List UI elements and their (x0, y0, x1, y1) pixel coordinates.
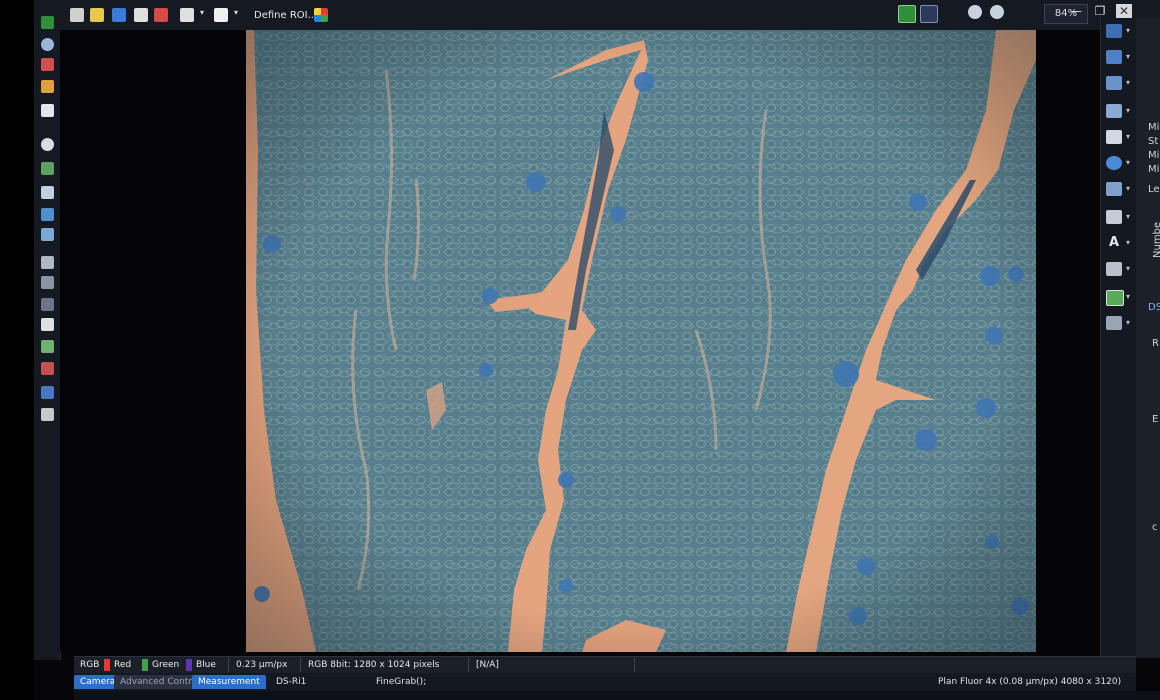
separator (634, 658, 635, 672)
panel-icon[interactable] (1106, 24, 1122, 38)
panel-label: Numbe (1152, 221, 1160, 258)
command-line[interactable]: FineGrab(); (370, 675, 432, 689)
tissue-micrograph (246, 30, 1036, 652)
chevron-down-icon[interactable]: ▾ (1126, 318, 1130, 327)
panel-label: Le (1148, 184, 1160, 195)
image-info: RGB 8bit: 1280 x 1024 pixels (308, 660, 440, 670)
fit-icon[interactable] (898, 5, 916, 23)
panel-label: R (1152, 338, 1159, 349)
separator (228, 658, 229, 672)
copy-icon[interactable] (134, 8, 148, 22)
stage-icon[interactable] (41, 162, 54, 175)
side-panel: Mi St Mi Mi Le Numbe DS- R E c (1136, 18, 1160, 658)
panel-label: Mi (1148, 122, 1160, 133)
crop-icon[interactable] (1106, 130, 1122, 144)
chevron-down-icon[interactable]: ▾ (1126, 132, 1130, 141)
paint-icon[interactable] (41, 340, 54, 353)
monitor-icon[interactable] (41, 228, 54, 241)
zoom-icon[interactable] (41, 38, 54, 51)
channel-rgb-tab[interactable]: RGB (76, 659, 103, 671)
chevron-down-icon[interactable]: ▾ (1126, 26, 1130, 35)
grid-icon[interactable] (1106, 76, 1122, 90)
display-icon[interactable] (180, 8, 194, 22)
tag-icon[interactable] (41, 408, 54, 421)
stack-icon[interactable] (41, 298, 54, 311)
minimize-icon[interactable]: — (1068, 4, 1084, 18)
chevron-down-icon[interactable]: ▾ (1126, 264, 1130, 273)
layers-icon[interactable] (41, 256, 54, 269)
bottom-tab-bar: Camera Settings Advanced Controls Measur… (74, 673, 1136, 691)
status-bar: RGB Red Green Blue 0.23 µm/px RGB 8bit: … (74, 656, 1136, 673)
panel-label: St (1148, 136, 1159, 147)
blob-icon[interactable] (1106, 156, 1122, 170)
panel-label: c (1152, 522, 1158, 533)
restore-icon[interactable]: ❐ (1092, 4, 1108, 18)
frame-icon[interactable] (1106, 50, 1122, 64)
camera-name[interactable]: DS-Ri1 (270, 675, 312, 689)
close-icon[interactable]: ✕ (1116, 4, 1132, 18)
tab-measurement[interactable]: Measurement (192, 675, 266, 689)
panel-label: Mi (1148, 164, 1160, 175)
text-icon[interactable]: A (1106, 236, 1122, 250)
right-tool-strip: ▾ ▾ ▾ ▾ ▾ ▾ ▾ ▾ A ▾ ▾ ▾ ▾ (1100, 18, 1137, 658)
nis-elements-window: ▾ ▾ Define ROI... 84% — ❐ ✕ ▾ ▾ ▾ ▾ ▾ ▾ … (0, 0, 1160, 700)
objective-info: Plan Fluor 4x (0.08 µm/px) 4080 x 3120) (938, 677, 1122, 687)
green-channel-icon[interactable] (1106, 290, 1124, 306)
roi-icon[interactable] (41, 58, 54, 71)
ruler-icon[interactable] (1106, 104, 1122, 118)
color-channels-icon[interactable] (314, 8, 328, 22)
separator (468, 658, 469, 672)
profile-icon[interactable] (1106, 182, 1122, 196)
separator (300, 658, 301, 672)
chevron-down-icon[interactable]: ▾ (1126, 52, 1130, 61)
hand-icon[interactable] (41, 318, 54, 331)
scale-bar-icon[interactable] (1106, 210, 1122, 224)
chevron-down-icon[interactable]: ▾ (1126, 184, 1130, 193)
save-icon[interactable] (112, 8, 126, 22)
pixel-value: [N/A] (476, 660, 499, 670)
zoom-in-icon[interactable] (968, 5, 982, 19)
left-tool-strip (34, 16, 61, 660)
select-icon[interactable] (41, 16, 54, 29)
zoom-out-icon[interactable] (990, 5, 1004, 19)
main-toolbar: ▾ ▾ Define ROI... 84% — ❐ ✕ (34, 0, 1160, 31)
chevron-down-icon[interactable]: ▾ (1126, 158, 1130, 167)
panel-label: Mi (1148, 150, 1160, 161)
measure-icon[interactable] (41, 80, 54, 93)
filter-icon[interactable] (41, 362, 54, 375)
overlay-icon[interactable] (1106, 262, 1122, 276)
chevron-down-icon[interactable]: ▾ (234, 8, 242, 22)
chevron-down-icon[interactable]: ▾ (1126, 212, 1130, 221)
define-roi-button[interactable]: Define ROI... (254, 10, 317, 21)
capture-icon[interactable] (41, 186, 54, 199)
chevron-down-icon[interactable]: ▾ (1126, 106, 1130, 115)
chevron-down-icon[interactable]: ▾ (1126, 238, 1130, 247)
chevron-down-icon[interactable]: ▾ (200, 8, 208, 22)
line-tool-icon[interactable] (214, 8, 228, 22)
ruler-icon[interactable] (41, 276, 54, 289)
layout-icon[interactable] (920, 5, 938, 23)
image-viewer[interactable] (60, 30, 1100, 652)
cut-icon[interactable] (154, 8, 168, 22)
channel-green-tab[interactable]: Green (142, 659, 183, 671)
clock-icon[interactable] (41, 138, 54, 151)
settings-icon[interactable] (1106, 316, 1122, 330)
new-image-icon[interactable] (70, 8, 84, 22)
chevron-down-icon[interactable]: ▾ (1126, 292, 1130, 301)
star-icon[interactable] (41, 386, 54, 399)
copy-roi-icon[interactable] (41, 104, 54, 117)
chevron-down-icon[interactable]: ▾ (1126, 78, 1130, 87)
panel-label: E (1152, 414, 1159, 425)
monitor-bezel (0, 0, 34, 700)
open-folder-icon[interactable] (90, 8, 104, 22)
microscopy-image[interactable] (246, 30, 1036, 652)
live-icon[interactable] (41, 208, 54, 221)
panel-tab[interactable]: DS- (1148, 302, 1160, 313)
pixel-size: 0.23 µm/px (236, 660, 288, 670)
channel-red-tab[interactable]: Red (104, 659, 135, 671)
channel-blue-tab[interactable]: Blue (186, 659, 220, 671)
os-taskbar (74, 691, 1160, 700)
